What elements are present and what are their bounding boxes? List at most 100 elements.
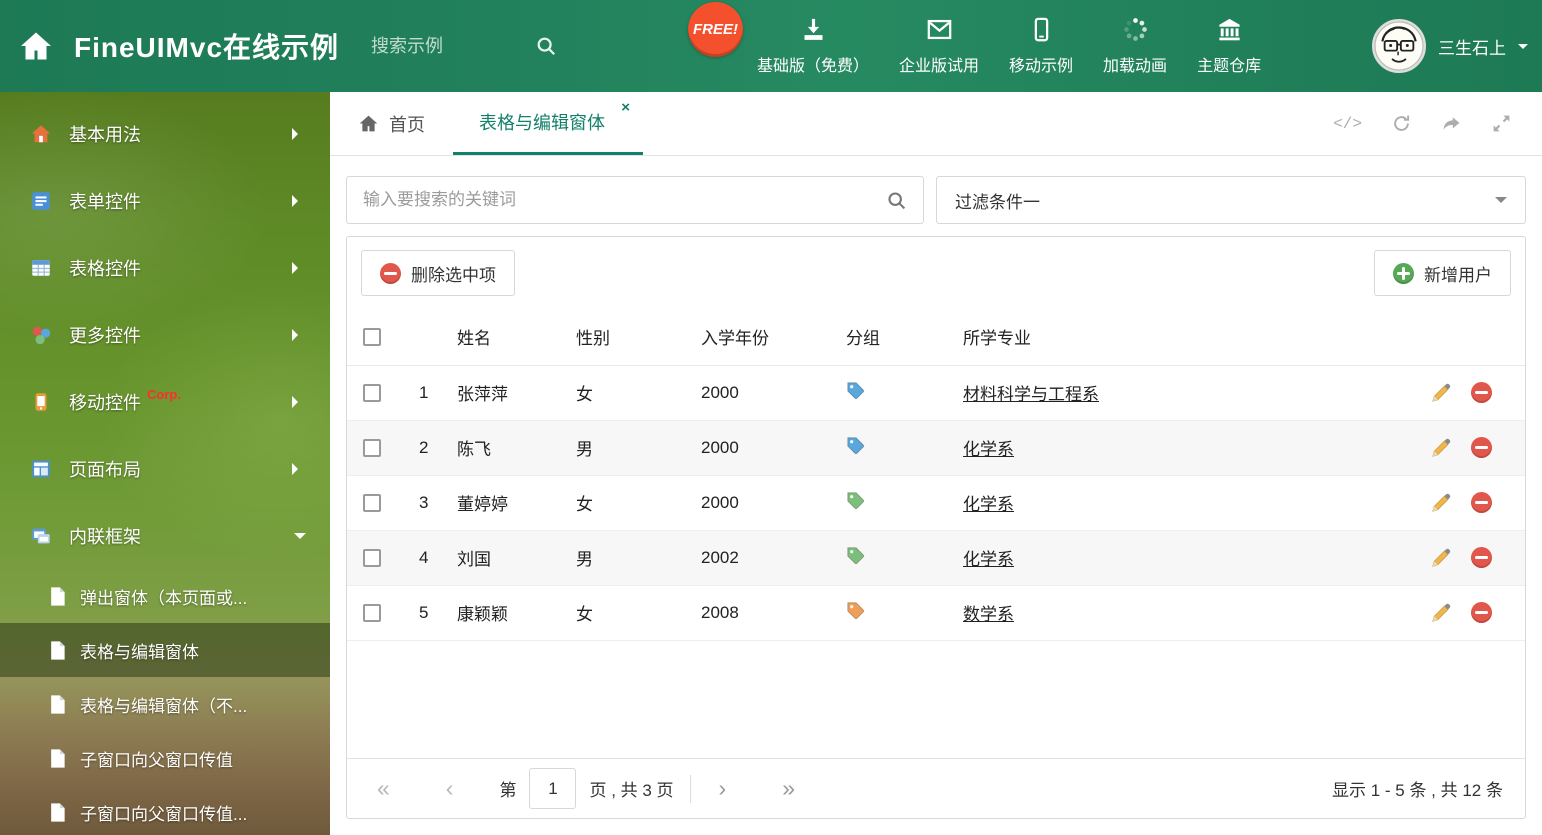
major-link[interactable]: 化学系 (963, 440, 1014, 459)
view-source-icon[interactable] (1333, 115, 1362, 133)
row-gender: 男 (569, 530, 689, 586)
refresh-icon[interactable] (1391, 113, 1412, 134)
edit-icon[interactable] (1430, 492, 1452, 514)
search-icon[interactable] (535, 35, 557, 57)
file-icon (48, 640, 67, 661)
delete-icon[interactable] (1471, 492, 1492, 513)
table-row[interactable]: 5 康颖颖 女 2008 数学系 (347, 585, 1525, 641)
sidebar: 基本用法 表单控件 表格控件 更多控件 移动控件 Corp. 页面布局 内联框架… (0, 92, 330, 835)
row-number: 1 (397, 365, 449, 421)
table-row[interactable]: 3 董婷婷 女 2000 化学系 (347, 475, 1525, 531)
select-all-checkbox[interactable] (363, 327, 381, 346)
sidebar-subitem-grid-edit-window[interactable]: 表格与编辑窗体 (0, 623, 330, 677)
nav-item-mobile-demo[interactable]: 移动示例 (994, 0, 1088, 92)
major-link[interactable]: 化学系 (963, 495, 1014, 514)
sidebar-subitem-popup-window[interactable]: 弹出窗体（本页面或... (0, 569, 330, 623)
col-index (397, 308, 449, 366)
chevron-down-icon (294, 532, 306, 545)
filter-dropdown[interactable]: 过滤条件一 (936, 176, 1526, 224)
sidebar-subitem-child-to-parent-2[interactable]: 子窗口向父窗口传值... (0, 785, 330, 835)
corp-badge: Corp. (147, 387, 181, 402)
col-actions (1413, 308, 1525, 366)
file-icon (48, 748, 67, 769)
record-summary: 显示 1 - 5 条 , 共 12 条 (1332, 781, 1503, 800)
home-tab-icon (359, 115, 378, 132)
page-number-input[interactable] (529, 768, 577, 809)
sidebar-item-basic-usage[interactable]: 基本用法 (0, 100, 330, 167)
major-link[interactable]: 化学系 (963, 550, 1014, 569)
col-group: 分组 (839, 308, 956, 366)
tab-grid-edit-window[interactable]: 表格与编辑窗体 (453, 92, 643, 155)
mobile-controls-icon (30, 391, 52, 413)
chevron-down-icon (1518, 43, 1528, 54)
row-name: 董婷婷 (449, 475, 569, 531)
home-icon[interactable] (18, 28, 54, 64)
nav-label: 企业版试用 (899, 58, 980, 75)
tag-icon (846, 436, 865, 455)
table-row[interactable]: 4 刘国 男 2002 化学系 (347, 530, 1525, 586)
col-gender: 性别 (569, 308, 689, 366)
sidebar-item-more-controls[interactable]: 更多控件 (0, 301, 330, 368)
row-checkbox[interactable] (363, 549, 381, 568)
sidebar-item-inline-frame[interactable]: 内联框架 (0, 502, 330, 569)
edit-icon[interactable] (1430, 547, 1452, 569)
sidebar-item-form-controls[interactable]: 表单控件 (0, 167, 330, 234)
row-checkbox[interactable] (363, 494, 381, 513)
col-year: 入学年份 (689, 308, 839, 366)
add-user-button[interactable]: 新增用户 (1374, 250, 1511, 296)
delete-icon[interactable] (1471, 437, 1492, 458)
share-icon[interactable] (1441, 113, 1462, 134)
prev-page-button[interactable] (446, 777, 454, 800)
sidebar-subitem-label: 表格与编辑窗体 (80, 642, 199, 662)
nav-item-loading-animation[interactable]: 加载动画 (1088, 0, 1182, 92)
edit-icon[interactable] (1430, 437, 1452, 459)
major-link[interactable]: 材料科学与工程系 (963, 385, 1099, 404)
data-grid: 姓名 性别 入学年份 分组 所学专业 1 张萍萍 女 2000 材料科学与工程系… (347, 308, 1525, 641)
keyword-search-input[interactable] (363, 190, 886, 210)
sidebar-item-mobile-controls[interactable]: 移动控件 Corp. (0, 368, 330, 435)
nav-item-theme-store[interactable]: 主题仓库 (1182, 0, 1276, 92)
close-icon[interactable] (621, 100, 630, 115)
edit-icon[interactable] (1430, 602, 1452, 624)
nav-item-enterprise-trial[interactable]: 企业版试用 (884, 0, 994, 92)
sidebar-item-page-layout[interactable]: 页面布局 (0, 435, 330, 502)
tab-active-label: 表格与编辑窗体 (479, 113, 605, 133)
row-checkbox[interactable] (363, 439, 381, 458)
row-number: 4 (397, 530, 449, 586)
row-checkbox[interactable] (363, 384, 381, 403)
sidebar-subitem-grid-edit-window-2[interactable]: 表格与编辑窗体（不... (0, 677, 330, 731)
mobile-icon (1028, 16, 1055, 43)
row-checkbox[interactable] (363, 604, 381, 623)
row-number: 3 (397, 475, 449, 531)
tag-icon (846, 601, 865, 620)
expand-icon[interactable] (1491, 113, 1512, 134)
chevron-right-icon (292, 194, 304, 207)
tag-icon (846, 381, 865, 400)
delete-icon[interactable] (1471, 547, 1492, 568)
table-row[interactable]: 1 张萍萍 女 2000 材料科学与工程系 (347, 365, 1525, 421)
divider (689, 774, 691, 803)
row-gender: 女 (569, 365, 689, 421)
nav-item-basic-edition[interactable]: 基础版（免费） (742, 0, 884, 92)
user-menu[interactable]: 三生石上 (1372, 0, 1528, 92)
sidebar-subitem-child-to-parent[interactable]: 子窗口向父窗口传值 (0, 731, 330, 785)
tab-home[interactable]: 首页 (330, 92, 453, 155)
grid-toolbar: 删除选中项 新增用户 (347, 237, 1525, 308)
delete-icon[interactable] (1471, 382, 1492, 403)
chevron-right-icon (292, 127, 304, 140)
sidebar-item-label: 移动控件 (69, 392, 141, 413)
table-row[interactable]: 2 陈飞 男 2000 化学系 (347, 420, 1525, 476)
add-button-label: 新增用户 (1424, 265, 1492, 285)
delete-selected-button[interactable]: 删除选中项 (361, 250, 515, 296)
major-link[interactable]: 数学系 (963, 605, 1014, 624)
chevron-right-icon (292, 395, 304, 408)
first-page-button[interactable] (377, 777, 390, 800)
edit-icon[interactable] (1430, 382, 1452, 404)
delete-icon[interactable] (1471, 602, 1492, 623)
sidebar-item-grid-controls[interactable]: 表格控件 (0, 234, 330, 301)
last-page-button[interactable] (782, 777, 795, 800)
search-icon[interactable] (886, 190, 907, 211)
header-search-input[interactable] (371, 35, 522, 57)
next-page-button[interactable] (719, 777, 727, 800)
filter-selected-value: 过滤条件一 (955, 192, 1040, 212)
